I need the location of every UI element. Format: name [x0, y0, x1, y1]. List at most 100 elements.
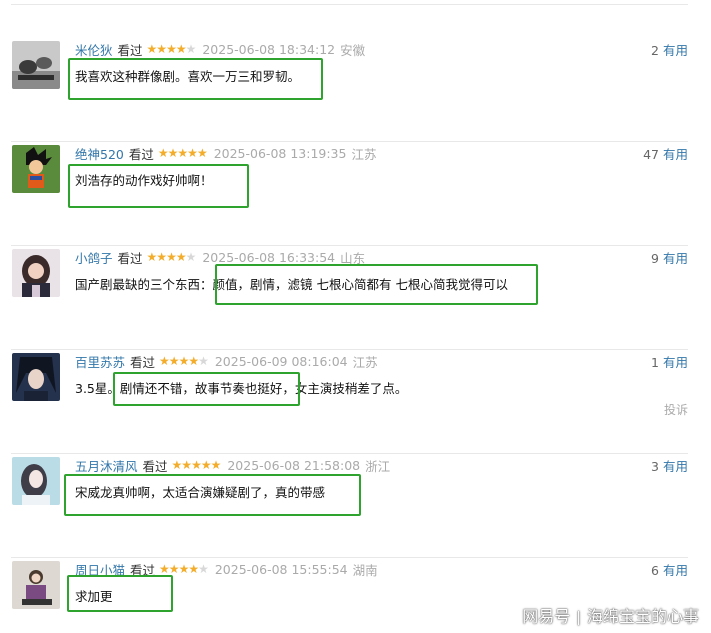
- avatar[interactable]: [12, 457, 60, 505]
- watermark: 网易号 | 海绵宝宝的心事: [522, 603, 699, 627]
- star-icon: ★: [171, 458, 183, 472]
- star-icon: ★: [168, 354, 180, 368]
- star-icon: ★: [181, 458, 192, 472]
- star-icon: ★: [157, 146, 169, 160]
- comment-location: 江苏: [352, 354, 378, 370]
- star-icon: ★: [185, 42, 197, 56]
- watched-label: 看过: [117, 250, 143, 266]
- useful-votes[interactable]: 6 有用: [651, 560, 688, 579]
- star-icon: ★: [178, 354, 190, 368]
- star-icon: ★: [175, 250, 187, 264]
- comment-meta: 百里苏苏 看过 ★★★★★ 2025-06-09 08:16:04 江苏: [75, 352, 378, 370]
- rating-stars: ★★★★★: [157, 146, 208, 160]
- top-divider: [11, 4, 688, 5]
- rating-stars: ★★★★★: [159, 354, 209, 368]
- watched-label: 看过: [130, 354, 156, 370]
- comment-prefix: 国产剧最缺的三个东西：: [75, 277, 213, 292]
- comment-item: 百里苏苏 看过 ★★★★★ 2025-06-09 08:16:04 江苏 1 有用…: [0, 350, 711, 454]
- star-icon: ★: [196, 146, 208, 160]
- useful-votes[interactable]: 1 有用: [651, 352, 688, 371]
- comment-time: 2025-06-08 21:58:08: [227, 457, 361, 473]
- comment-meta: 绝神520 看过 ★★★★★ 2025-06-08 13:19:35 江苏: [75, 144, 376, 162]
- star-icon: ★: [168, 562, 180, 576]
- avatar[interactable]: [12, 249, 60, 297]
- star-icon: ★: [178, 562, 190, 576]
- watched-label: 看过: [142, 458, 168, 474]
- star-icon: ★: [198, 562, 209, 576]
- comment-location: 浙江: [365, 458, 391, 474]
- comment-time: 2025-06-08 16:33:54: [202, 249, 336, 265]
- star-icon: ★: [159, 562, 170, 576]
- watched-label: 看过: [117, 42, 143, 58]
- star-icon: ★: [188, 562, 199, 576]
- comment-time: 2025-06-08 15:55:54: [214, 561, 348, 577]
- star-icon: ★: [188, 354, 199, 368]
- comment-location: 安徽: [340, 42, 366, 58]
- star-icon: ★: [156, 42, 167, 56]
- username-link[interactable]: 米伦狄: [75, 40, 113, 59]
- highlight-box: [215, 264, 538, 305]
- vote-count: 6: [651, 563, 659, 578]
- rating-stars: ★★★★★: [159, 562, 209, 576]
- avatar[interactable]: [12, 561, 60, 609]
- star-icon: ★: [166, 250, 177, 264]
- avatar[interactable]: [12, 41, 60, 89]
- highlight-box: [113, 372, 300, 406]
- highlight-box: [68, 58, 323, 100]
- highlight-box: [67, 575, 173, 612]
- star-icon: ★: [146, 250, 158, 264]
- useful-button[interactable]: 有用: [663, 563, 688, 578]
- watermark-author: 海绵宝宝的心事: [586, 607, 699, 626]
- watermark-separator: |: [576, 610, 581, 626]
- comment-meta: 米伦狄 看过 ★★★★★ 2025-06-08 18:34:12 安徽: [75, 40, 365, 58]
- highlight-box: [64, 474, 361, 516]
- useful-button[interactable]: 有用: [663, 459, 688, 474]
- comment-item: 米伦狄 看过 ★★★★★ 2025-06-08 18:34:12 安徽 2 有用 …: [0, 38, 711, 142]
- rating-stars: ★★★★★: [146, 250, 197, 264]
- comment-time: 2025-06-08 18:34:12: [202, 41, 336, 57]
- comment-item: 小鸽子 看过 ★★★★★ 2025-06-08 16:33:54 山东 9 有用 …: [0, 246, 711, 350]
- star-icon: ★: [166, 42, 177, 56]
- star-icon: ★: [200, 458, 212, 472]
- username-link[interactable]: 百里苏苏: [75, 352, 125, 371]
- username-link[interactable]: 绝神520: [75, 144, 124, 163]
- avatar[interactable]: [12, 145, 60, 193]
- star-icon: ★: [185, 250, 197, 264]
- star-icon: ★: [210, 458, 222, 472]
- watched-label: 看过: [128, 146, 154, 162]
- comment-item: 五月沐清风 看过 ★★★★★ 2025-06-08 21:58:08 浙江 3有…: [0, 454, 711, 558]
- star-icon: ★: [187, 146, 198, 160]
- useful-button[interactable]: 有用: [663, 147, 688, 162]
- useful-votes[interactable]: 47 有用: [643, 144, 688, 163]
- star-icon: ★: [175, 42, 187, 56]
- vote-count: 1: [651, 355, 659, 370]
- vote-count: 47: [643, 147, 659, 162]
- useful-button[interactable]: 有用: [663, 43, 688, 58]
- vote-count: 2: [651, 43, 659, 58]
- useful-votes[interactable]: 2 有用: [651, 40, 688, 59]
- useful-votes[interactable]: 9 有用: [651, 248, 688, 267]
- comment-item: 绝神520 看过 ★★★★★ 2025-06-08 13:19:35 江苏 47…: [0, 142, 711, 246]
- useful-button[interactable]: 有用: [663, 251, 688, 266]
- highlight-box: [68, 164, 249, 208]
- vote-count: 3: [651, 459, 659, 474]
- vote-count: 9: [651, 251, 659, 266]
- username-link[interactable]: 五月沐清风: [75, 456, 138, 475]
- star-icon: ★: [146, 42, 158, 56]
- comment-location: 江苏: [351, 146, 377, 162]
- useful-button[interactable]: 有用: [663, 355, 688, 370]
- rating-stars: ★★★★★: [171, 458, 222, 472]
- comment-location: 湖南: [352, 562, 378, 578]
- username-link[interactable]: 小鸽子: [75, 248, 113, 267]
- report-link[interactable]: 投诉: [664, 401, 688, 418]
- star-icon: ★: [198, 354, 209, 368]
- comment-time: 2025-06-08 13:19:35: [213, 145, 347, 161]
- avatar[interactable]: [12, 353, 60, 401]
- star-icon: ★: [159, 354, 170, 368]
- star-icon: ★: [167, 146, 179, 160]
- useful-votes[interactable]: 3 有用: [651, 456, 688, 475]
- comment-meta: 五月沐清风 看过 ★★★★★ 2025-06-08 21:58:08 浙江: [75, 456, 390, 474]
- rating-stars: ★★★★★: [146, 42, 197, 56]
- watermark-brand: 网易号: [522, 607, 571, 626]
- star-icon: ★: [156, 250, 167, 264]
